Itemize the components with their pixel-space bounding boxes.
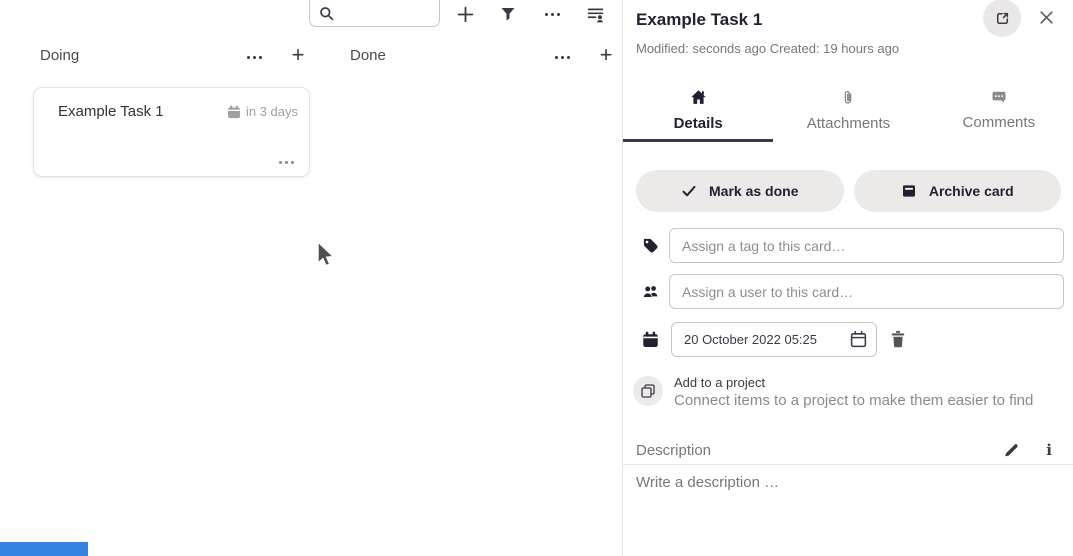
add-card-button[interactable] — [453, 2, 477, 26]
column-title-doing: Doing — [40, 47, 79, 64]
close-panel-button[interactable] — [1035, 6, 1057, 28]
column-doing-add-button[interactable]: + — [285, 41, 311, 69]
mouse-cursor — [316, 241, 338, 271]
calendar-picker-icon — [849, 330, 868, 349]
plus-icon — [457, 6, 474, 23]
task-card[interactable]: Example Task 1 in 3 days — [33, 87, 310, 177]
add-to-project-title: Add to a project — [674, 375, 765, 390]
due-date-field[interactable]: 20 October 2022 05:25 — [671, 322, 877, 357]
tag-icon — [642, 237, 659, 254]
open-calendar-button[interactable] — [849, 330, 868, 349]
search-icon — [319, 6, 334, 21]
edit-description-button[interactable] — [1003, 442, 1019, 458]
project-icon-circle — [633, 376, 663, 406]
card-title: Example Task 1 — [58, 103, 164, 120]
more-icon — [247, 56, 262, 59]
mark-as-done-button[interactable]: Mark as done — [636, 170, 844, 212]
add-to-project-subtitle: Connect items to a project to make them … — [674, 392, 1033, 409]
tab-details-label: Details — [674, 115, 723, 132]
panel-tabs: Details Attachments Comments — [623, 80, 1073, 142]
popout-icon — [994, 10, 1011, 27]
tag-row — [623, 228, 1073, 264]
card-menu-button[interactable] — [279, 161, 294, 164]
card-due-date: in 3 days — [227, 104, 298, 119]
user-row — [623, 274, 1073, 310]
mark-as-done-label: Mark as done — [709, 183, 798, 199]
paperclip-icon — [840, 89, 856, 106]
tab-comments-label: Comments — [963, 114, 1036, 131]
comment-icon — [991, 89, 1007, 105]
card-actions: Mark as done Archive card — [636, 170, 1061, 212]
panel-title: Example Task 1 — [636, 10, 762, 30]
description-header: Description i — [623, 436, 1073, 465]
assign-user-input[interactable] — [669, 274, 1064, 309]
column-doing-menu-button[interactable] — [242, 45, 266, 69]
description-placeholder[interactable]: Write a description … — [636, 474, 779, 491]
search-box[interactable] — [309, 0, 440, 27]
due-date-value: 20 October 2022 05:25 — [684, 332, 849, 347]
panel-modified-created: Modified: seconds ago Created: 19 hours … — [636, 41, 899, 56]
kanban-app-window: Doing + Done + Example Task 1 in 3 days — [0, 0, 1073, 556]
board-menu-button[interactable] — [540, 2, 564, 26]
assign-tag-input[interactable] — [669, 228, 1064, 263]
project-icon — [640, 383, 656, 399]
close-icon — [1038, 9, 1055, 26]
due-date-row: 20 October 2022 05:25 — [623, 322, 1073, 358]
home-icon — [690, 89, 707, 106]
add-to-project-row[interactable]: Add to a project Connect items to a proj… — [623, 371, 1073, 413]
description-label: Description — [636, 442, 1003, 459]
board-area: Doing + Done + Example Task 1 in 3 days — [0, 0, 622, 556]
info-icon: i — [1046, 441, 1052, 459]
popout-button[interactable] — [983, 0, 1021, 37]
trash-icon — [889, 330, 907, 348]
filter-icon — [500, 6, 516, 22]
tab-comments[interactable]: Comments — [924, 80, 1073, 142]
filter-button[interactable] — [496, 2, 520, 26]
card-due-label: in 3 days — [246, 104, 298, 119]
check-icon — [681, 183, 697, 199]
pencil-icon — [1003, 442, 1019, 458]
tab-details[interactable]: Details — [623, 80, 773, 142]
assigned-view-button[interactable] — [583, 2, 607, 26]
users-icon — [642, 283, 659, 300]
archive-card-button[interactable]: Archive card — [854, 170, 1062, 212]
search-input[interactable] — [338, 4, 434, 24]
column-done-add-button[interactable]: + — [593, 41, 619, 69]
remove-due-date-button[interactable] — [889, 330, 907, 348]
column-done-menu-button[interactable] — [550, 45, 574, 69]
more-icon — [555, 56, 570, 59]
more-icon — [545, 13, 560, 16]
archive-icon — [901, 183, 917, 199]
tab-attachments-label: Attachments — [807, 115, 890, 132]
board-assign-icon — [587, 6, 604, 23]
card-detail-panel: Example Task 1 Modified: seconds ago Cre… — [622, 0, 1073, 556]
tab-attachments[interactable]: Attachments — [773, 80, 923, 142]
calendar-icon — [642, 331, 659, 348]
calendar-icon — [227, 105, 241, 119]
bottom-left-accent-strip — [0, 542, 88, 556]
column-title-done: Done — [350, 47, 386, 64]
archive-card-label: Archive card — [929, 183, 1014, 199]
more-icon — [279, 161, 294, 164]
description-info-button[interactable]: i — [1046, 441, 1052, 459]
